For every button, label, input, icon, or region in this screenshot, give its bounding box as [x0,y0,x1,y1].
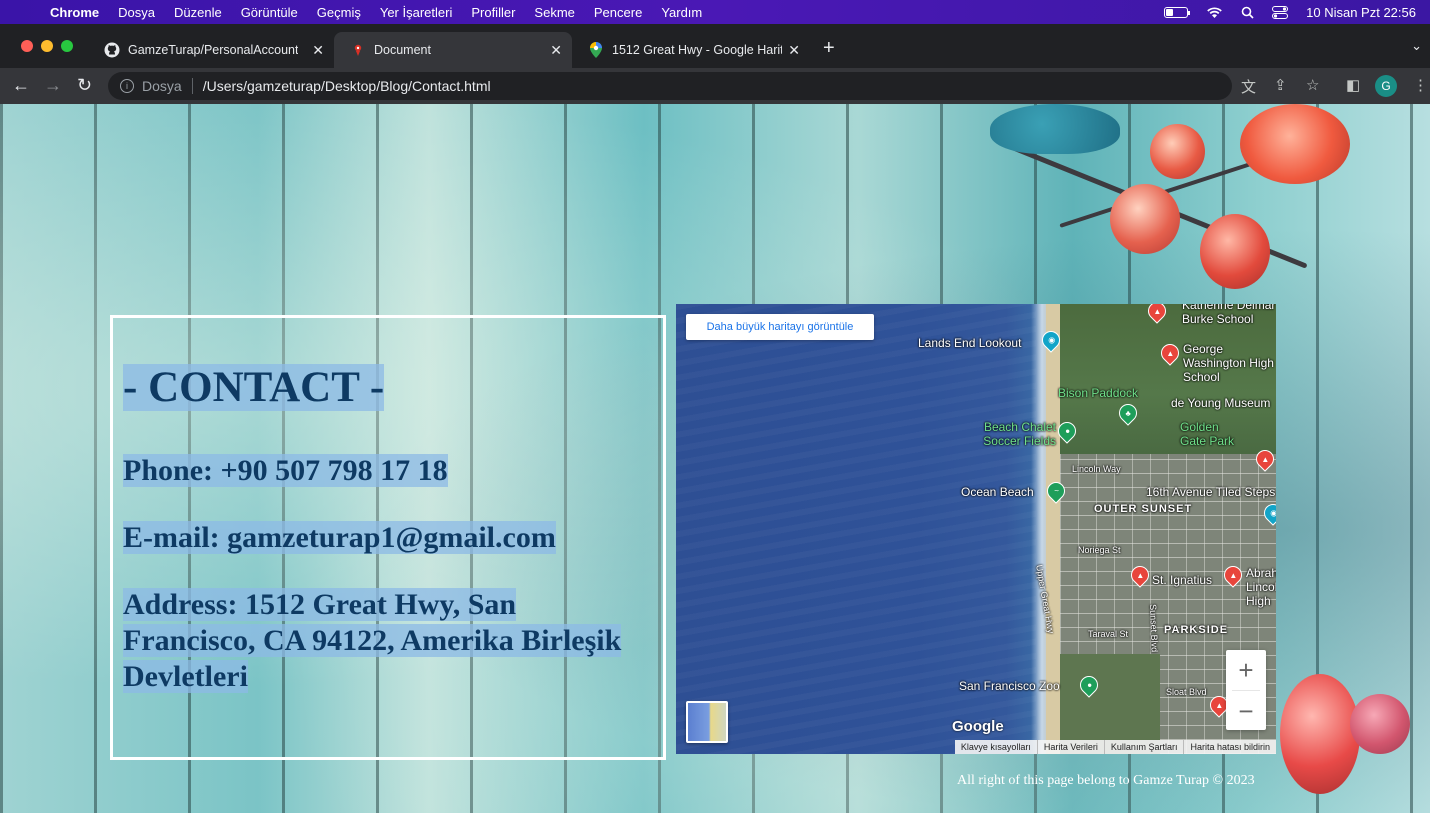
side-panel-icon[interactable]: ◧ [1346,76,1360,94]
map-label-lincoln-way: Lincoln Way [1072,464,1121,474]
flower-decoration [1280,674,1360,794]
zoom-out-button[interactable]: − [1226,691,1266,731]
flower-decoration [1110,184,1180,254]
map-label-bison-paddock[interactable]: Bison Paddock [1058,386,1138,400]
contact-email-text: E-mail: gamzeturap1@gmail.com [123,521,556,554]
contact-phone-text: Phone: +90 507 798 17 18 [123,454,448,487]
google-maps-icon [588,42,604,58]
menu-datetime[interactable]: 10 Nisan Pzt 22:56 [1306,5,1416,20]
map-label-sloat: Sloat Blvd [1166,687,1207,697]
copyright-footer: All right of this page belong to Gamze T… [957,773,1255,788]
profile-avatar[interactable]: G [1375,75,1397,97]
document-favicon [350,42,366,58]
contact-title-text: - CONTACT - [123,364,385,411]
macos-menu-bar: Chrome Dosya Düzenle Görüntüle Geçmiş Ye… [0,0,1430,24]
wifi-icon[interactable] [1206,6,1223,19]
back-arrow-icon[interactable]: ← [12,75,30,96]
map-label-sf-zoo[interactable]: San Francisco Zoo [959,679,1060,693]
map-type-toggle-thumbnail[interactable] [686,701,728,743]
reload-icon[interactable]: ↻ [77,75,92,96]
chrome-tab-strip: GamzeTurap/PersonalAccount ✕ Document ✕ … [0,24,1430,68]
share-icon[interactable]: ⇪ [1274,76,1287,94]
address-bar[interactable]: i Dosya /Users/gamzeturap/Desktop/Blog/C… [108,72,1232,100]
flower-decoration [1350,694,1410,754]
contact-email: E-mail: gamzeturap1@gmail.com [123,521,556,555]
map-link-terms[interactable]: Kullanım Şartları [1103,740,1184,754]
page-viewport: - CONTACT - Phone: +90 507 798 17 18 E-m… [0,104,1430,813]
view-larger-map-button[interactable]: Daha büyük haritayı görüntüle [686,314,874,340]
embedded-google-map[interactable]: Daha büyük haritayı görüntüle Lands End … [676,304,1276,754]
map-label-golden-gate-park[interactable]: Golden Gate Park [1180,420,1240,448]
map-label-outer-sunset: OUTER SUNSET [1094,503,1193,515]
map-link-map-data[interactable]: Harita Verileri [1036,740,1104,754]
menu-item-history[interactable]: Geçmiş [317,5,361,20]
menu-item-tab[interactable]: Sekme [534,5,574,20]
menu-item-view[interactable]: Görüntüle [241,5,298,20]
contact-address-text: Address: 1512 Great Hwy, San Francisco, … [123,588,622,693]
control-center-icon[interactable] [1272,5,1289,19]
map-label-de-young[interactable]: de Young Museum [1171,396,1270,410]
more-menu-icon[interactable]: ⋮ [1413,76,1428,94]
map-label-burke-school[interactable]: Katherine Delmar Burke School [1182,304,1276,326]
map-label-taraval: Taraval St [1088,629,1129,639]
bookmark-star-icon[interactable]: ☆ [1306,76,1319,94]
tab-search-chevron-icon[interactable]: ⌄ [1411,38,1422,54]
menu-item-edit[interactable]: Düzenle [174,5,222,20]
flower-decoration [1240,104,1350,184]
contact-title: - CONTACT - [123,363,385,412]
map-label-washington-hs[interactable]: George Washington High School [1183,342,1276,384]
battery-icon[interactable] [1164,6,1191,18]
contact-phone: Phone: +90 507 798 17 18 [123,454,448,488]
map-label-st-ignatius[interactable]: St. Ignatius [1152,573,1212,587]
leaf-decoration [990,104,1120,154]
map-label-beach-chalet[interactable]: Beach Chalet Soccer Fields [972,420,1056,448]
contact-panel: - CONTACT - Phone: +90 507 798 17 18 E-m… [110,315,666,760]
forward-arrow-icon[interactable]: → [44,75,62,96]
map-zoo-area [1060,654,1160,754]
new-tab-button[interactable]: + [823,37,835,60]
menu-item-profiles[interactable]: Profiller [471,5,515,20]
flower-decoration [1150,124,1205,179]
google-logo: Google [952,718,1004,735]
chrome-toolbar: ← → ↻ i Dosya /Users/gamzeturap/Desktop/… [0,68,1430,104]
url-text[interactable]: /Users/gamzeturap/Desktop/Blog/Contact.h… [203,78,491,94]
tab-google-maps-close-icon[interactable]: ✕ [788,42,800,59]
menu-item-help[interactable]: Yardım [661,5,702,20]
map-label-noriega: Noriega St [1078,545,1121,555]
tab-github-close-icon[interactable]: ✕ [312,42,324,59]
map-label-parkside: PARKSIDE [1164,624,1229,636]
map-label-tiled-steps[interactable]: 16th Avenue Tiled Steps [1146,485,1275,499]
github-icon [104,42,120,58]
flower-decoration [1200,214,1270,289]
zoom-in-button[interactable]: + [1226,650,1266,690]
minimize-window-button[interactable] [41,40,53,52]
map-label-sunset-blvd: Sunset Blvd [1148,604,1160,653]
spotlight-search-icon[interactable] [1241,6,1254,19]
url-separator [191,78,193,94]
close-window-button[interactable] [21,40,33,52]
tab-github[interactable]: GamzeTurap/PersonalAccount ✕ [88,32,334,68]
map-link-report-error[interactable]: Harita hatası bildirin [1183,740,1276,754]
tab-document-close-icon[interactable]: ✕ [550,42,562,59]
menu-item-bookmarks[interactable]: Yer İşaretleri [380,5,453,20]
map-label-lands-end[interactable]: Lands End Lookout [918,336,1021,350]
contact-address: Address: 1512 Great Hwy, San Francisco, … [123,587,633,695]
menu-app-name[interactable]: Chrome [50,5,99,20]
tab-document[interactable]: Document ✕ [334,32,572,68]
map-label-ocean-beach[interactable]: Ocean Beach [961,485,1034,499]
maximize-window-button[interactable] [61,40,73,52]
map-zoom-control: + − [1226,650,1266,730]
tab-github-label: GamzeTurap/PersonalAccount [128,43,298,57]
tab-document-label: Document [374,43,431,57]
menu-item-file[interactable]: Dosya [118,5,155,20]
site-info-icon[interactable]: i [120,79,134,93]
map-footer-links: Klavye kısayolları Harita Verileri Kulla… [954,740,1276,754]
map-link-keyboard-shortcuts[interactable]: Klavye kısayolları [955,740,1037,754]
menu-item-window[interactable]: Pencere [594,5,642,20]
tab-google-maps[interactable]: 1512 Great Hwy - Google Harita ✕ [572,32,810,68]
translate-icon[interactable]: 文 [1241,76,1256,97]
map-label-abraham-lincoln[interactable]: Abraham Lincoln High [1246,566,1276,608]
tab-google-maps-label: 1512 Great Hwy - Google Harita [612,43,782,57]
url-scheme-label: Dosya [142,78,182,94]
